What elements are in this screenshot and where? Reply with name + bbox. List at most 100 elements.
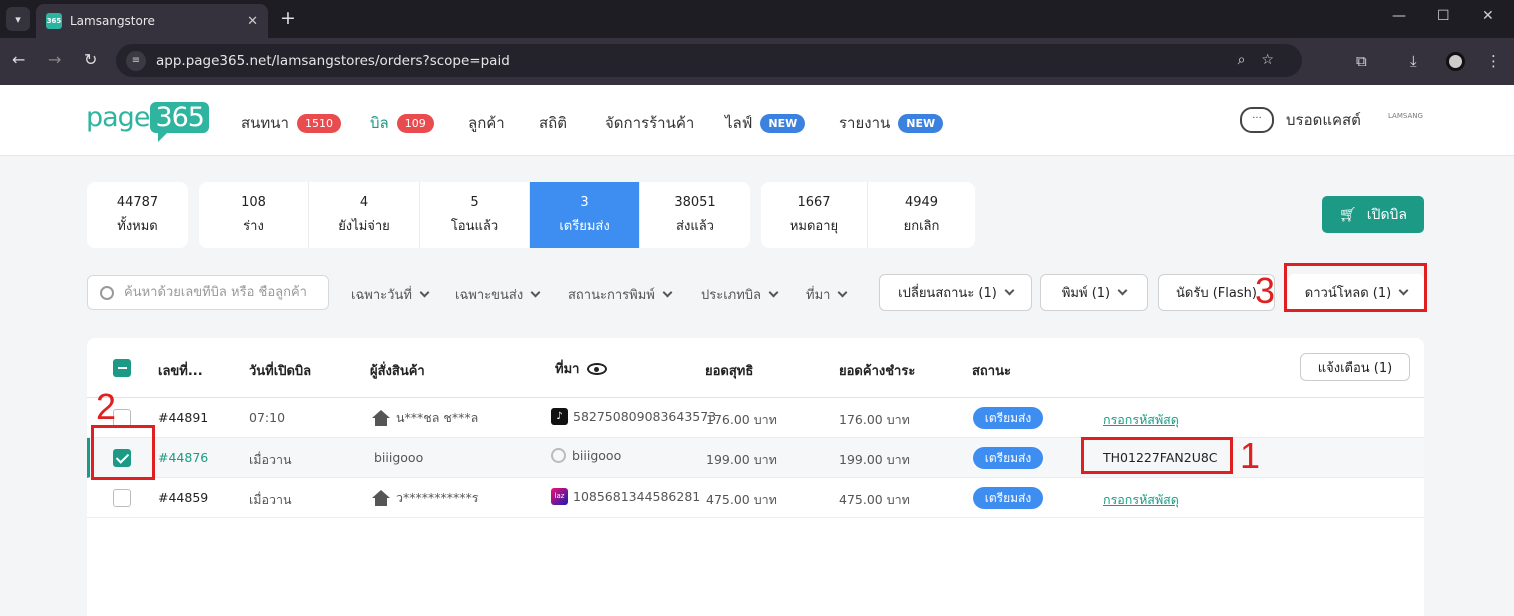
broadcast-button[interactable]: ··· บรอดแคสต์ [1240, 107, 1361, 133]
table-row[interactable]: #44891 07:10 น***ชล ช***ล ♪ 5827508090836… [87, 398, 1424, 438]
eye-icon[interactable] [587, 362, 608, 375]
row-checkbox[interactable] [113, 489, 131, 507]
menu-bills[interactable]: บิล 109 [370, 111, 434, 135]
status-badge: เตรียมส่ง [973, 447, 1043, 469]
column-header-bill-no[interactable]: เลขที่... [158, 360, 203, 381]
scope-group-main: 108 ร่าง 4 ยังไม่จ่าย 5 โอนแล้ว 3 เตรียมส่ง … [199, 182, 750, 248]
customer-name: biiigooo [374, 450, 424, 465]
window-close-icon[interactable]: ✕ [1482, 8, 1494, 24]
cart-icon: 🛒︎ [1338, 206, 1357, 223]
home-icon [372, 410, 390, 426]
scope-tab-cancelled[interactable]: 4949 ยกเลิก [868, 182, 975, 248]
scope-group-closed: 1667 หมดอายุ 4949 ยกเลิก [761, 182, 975, 248]
menu-stats[interactable]: สถิติ [539, 111, 567, 135]
column-header-date[interactable]: วันที่เปิดบิล [249, 360, 311, 381]
store-logo[interactable]: LAMSANG [1388, 112, 1423, 120]
reload-icon[interactable]: ↻ [84, 50, 97, 69]
enter-tracking-link[interactable]: กรอกรหัสพัสดุ [1103, 410, 1179, 430]
line-icon [551, 448, 566, 463]
lazada-icon: laz [551, 488, 568, 505]
annotation-box-tracking [1081, 437, 1233, 474]
scope-tab-preparing[interactable]: 3 เตรียมส่ง [530, 182, 640, 248]
home-icon [372, 490, 390, 506]
profile-avatar[interactable] [1446, 52, 1465, 71]
scope-tab-transferred[interactable]: 5 โอนแล้ว [420, 182, 530, 248]
bill-number[interactable]: #44859 [158, 490, 208, 505]
back-icon[interactable]: ← [12, 50, 25, 69]
site-info-icon[interactable]: ≡ [126, 50, 146, 71]
forward-icon[interactable]: → [48, 50, 61, 69]
url-text: app.page365.net/lamsangstores/orders?sco… [156, 52, 510, 69]
search-input[interactable] [124, 285, 324, 300]
column-header-net[interactable]: ยอดสุทธิ [705, 360, 753, 381]
filter-carrier-dropdown[interactable]: เฉพาะขนส่ง [455, 284, 541, 305]
browser-toolbar: ← → ↻ ≡ app.page365.net/lamsangstores/or… [0, 38, 1514, 85]
filter-date-dropdown[interactable]: เฉพาะวันที่ [351, 284, 430, 305]
annotation-box-checkbox [91, 425, 155, 480]
open-bill-button[interactable]: 🛒︎ เปิดบิล [1322, 196, 1424, 233]
browser-menu-icon[interactable]: ⋮ [1486, 52, 1501, 70]
menu-chat[interactable]: สนทนา 1510 [241, 111, 341, 135]
browser-tab[interactable]: 365 Lamsangstore ✕ [36, 4, 268, 38]
scope-tab-all[interactable]: 44787 ทั้งหมด [87, 182, 188, 248]
bill-date: เมื่อวาน [249, 452, 292, 467]
scope-tab-expired[interactable]: 1667 หมดอายุ [761, 182, 868, 248]
search-icon [100, 285, 114, 300]
menu-reports[interactable]: รายงาน NEW [839, 111, 944, 135]
chevron-down-icon [1117, 285, 1128, 296]
menu-live[interactable]: ไลฟ์ NEW [725, 111, 806, 135]
due-amount: 176.00 บาท [839, 412, 910, 427]
bill-date: 07:10 [249, 410, 286, 425]
column-header-source[interactable]: ที่มา [555, 358, 608, 379]
bookmark-star-icon[interactable]: ⌕☆ [1238, 52, 1290, 68]
enter-tracking-link[interactable]: กรอกรหัสพัสดุ [1103, 490, 1179, 510]
annotation-number-3: 3 [1255, 270, 1276, 311]
app-header: page 365 สนทนา 1510 บิล 109 ลูกค้า สถิติ … [0, 85, 1514, 156]
maximize-icon[interactable]: ☐ [1437, 8, 1450, 24]
menu-store-management[interactable]: จัดการร้านค้า [605, 111, 694, 135]
download-icon[interactable]: ⤓ [1410, 52, 1417, 70]
order-source: laz 1085681344586281 [551, 488, 700, 505]
page365-logo[interactable]: page 365 [86, 102, 209, 142]
bills-count-badge: 109 [396, 113, 434, 133]
column-header-status[interactable]: สถานะ [972, 360, 1011, 381]
address-bar[interactable]: ≡ app.page365.net/lamsangstores/orders?s… [116, 44, 1302, 77]
filter-print-status-dropdown[interactable]: สถานะการพิมพ์ [568, 284, 673, 305]
scope-tab-unpaid[interactable]: 4 ยังไม่จ่าย [309, 182, 420, 248]
search-box[interactable] [87, 275, 329, 310]
menu-customers[interactable]: ลูกค้า [468, 111, 505, 135]
order-source: biiigooo [551, 448, 621, 463]
select-all-checkbox[interactable] [113, 359, 131, 377]
column-header-due[interactable]: ยอดค้างชำระ [839, 360, 915, 381]
live-new-badge: NEW [760, 113, 806, 133]
scope-tab-shipped[interactable]: 38051 ส่งแล้ว [640, 182, 750, 248]
filter-bill-type-dropdown[interactable]: ประเภทบิล [701, 284, 779, 305]
extensions-icon[interactable]: ⧉ [1356, 52, 1367, 70]
due-amount: 475.00 บาท [839, 492, 910, 507]
bill-number[interactable]: #44891 [158, 410, 208, 425]
print-button[interactable]: พิมพ์ (1) [1040, 274, 1148, 311]
chevron-down-icon [662, 287, 673, 298]
chevron-down-icon [419, 287, 430, 298]
browser-tab-bar: ▾ 365 Lamsangstore ✕ + — ☐ ✕ [0, 0, 1514, 38]
tiktok-icon: ♪ [551, 408, 568, 425]
customer-name: ว***********ร [372, 488, 478, 508]
tab-search-button[interactable]: ▾ [6, 7, 30, 31]
bill-number[interactable]: #44876 [158, 450, 208, 465]
table-row[interactable]: #44859 เมื่อวาน ว***********ร laz 1085681… [87, 478, 1424, 518]
status-badge: เตรียมส่ง [973, 487, 1043, 509]
chevron-down-icon [838, 287, 848, 298]
scope-tab-draft[interactable]: 108 ร่าง [199, 182, 309, 248]
filter-source-dropdown[interactable]: ที่มา [806, 284, 848, 305]
new-tab-button[interactable]: + [280, 8, 296, 28]
minimize-icon[interactable]: — [1392, 8, 1406, 24]
bill-date: เมื่อวาน [249, 492, 292, 507]
notify-button[interactable]: แจ้งเตือน (1) [1300, 353, 1410, 381]
tab-title: Lamsangstore [70, 14, 155, 28]
net-amount: 475.00 บาท [706, 492, 777, 507]
chevron-down-icon [1004, 285, 1015, 296]
tab-close-icon[interactable]: ✕ [247, 14, 258, 29]
change-status-button[interactable]: เปลี่ยนสถานะ (1) [879, 274, 1032, 311]
broadcast-icon: ··· [1240, 107, 1274, 133]
column-header-customer[interactable]: ผู้สั่งสินค้า [370, 360, 425, 381]
